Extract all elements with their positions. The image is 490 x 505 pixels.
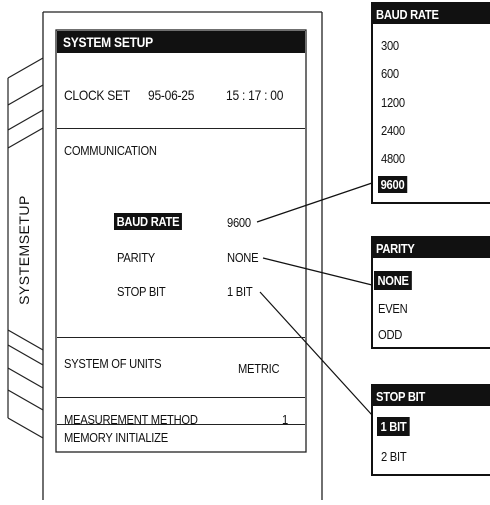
clock-set-time: 15 : 17 : 00 (226, 87, 284, 103)
stop-bit-option-selected[interactable]: 1 BIT (377, 417, 410, 436)
parity-value: NONE (227, 250, 259, 265)
baud-option[interactable]: 2400 (381, 123, 405, 138)
baud-option[interactable]: 1200 (381, 95, 405, 110)
stop-bit-label: STOP BIT (117, 284, 166, 299)
memory-initialize-label: MEMORY INITIALIZE (64, 430, 168, 445)
units-label: SYSTEM OF UNITS (64, 356, 162, 371)
baud-option[interactable]: 300 (381, 38, 399, 53)
stop-bit-value: 1 BIT (227, 284, 253, 299)
clock-set-label: CLOCK SET (64, 87, 130, 103)
communication-heading: COMMUNICATION (64, 143, 157, 158)
parity-option[interactable]: EVEN (378, 301, 408, 316)
baud-connector (256, 182, 373, 223)
units-value: METRIC (238, 361, 280, 376)
divider (57, 424, 305, 425)
baud-option[interactable]: 4800 (381, 151, 405, 166)
parity-connector (262, 257, 373, 286)
parity-popup-title: PARITY (376, 241, 415, 256)
page-title: SYSTEM SETUP (63, 34, 153, 50)
baud-rate-popup-title: BAUD RATE (376, 7, 439, 22)
baud-option-selected[interactable]: 9600 (378, 176, 408, 193)
side-tab-text: SYSTEMSETUP (16, 195, 32, 305)
baud-rate-value: 9600 (227, 215, 251, 230)
divider (57, 337, 305, 338)
divider (57, 128, 305, 129)
divider (57, 397, 305, 398)
parity-label: PARITY (117, 250, 156, 265)
baud-option[interactable]: 600 (381, 66, 399, 81)
stop-bit-popup-title: STOP BIT (376, 389, 426, 404)
parity-option-selected[interactable]: NONE (374, 271, 413, 290)
parity-option[interactable]: ODD (378, 327, 402, 342)
clock-set-date: 95-06-25 (148, 87, 195, 103)
stop-bit-option[interactable]: 2 BIT (381, 449, 407, 464)
baud-rate-label: BAUD RATE (114, 213, 182, 230)
